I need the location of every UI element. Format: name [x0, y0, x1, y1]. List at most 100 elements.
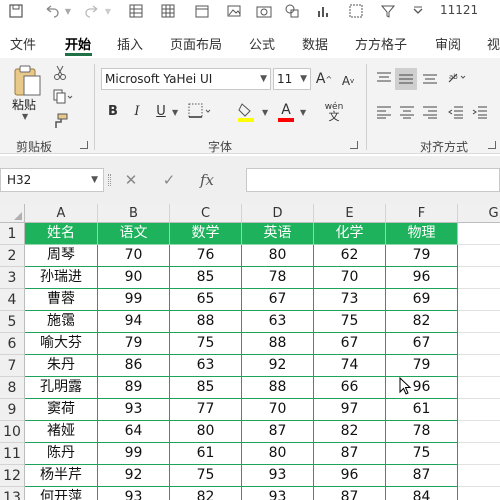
table-cell[interactable]: 61	[386, 399, 458, 421]
row-header[interactable]: 7	[0, 355, 25, 377]
tab-home[interactable]: 开始	[65, 34, 91, 53]
align-right-icon[interactable]	[420, 102, 440, 122]
table-cell[interactable]: 窦荷	[25, 399, 98, 421]
cut-icon[interactable]	[52, 64, 68, 82]
table-cell[interactable]: 84	[386, 487, 458, 500]
empty-cell[interactable]	[458, 311, 500, 333]
table-cell[interactable]: 87	[314, 487, 386, 500]
align-left-icon[interactable]	[374, 102, 394, 122]
alignment-launcher-icon[interactable]	[488, 141, 496, 149]
header-cell[interactable]: 数学	[170, 223, 242, 245]
table-cell[interactable]: 67	[242, 289, 314, 311]
filter-icon[interactable]	[380, 3, 396, 19]
save-icon[interactable]	[8, 3, 24, 19]
table-cell[interactable]: 80	[242, 245, 314, 267]
row-header[interactable]: 11	[0, 443, 25, 465]
table-cell[interactable]: 96	[386, 377, 458, 399]
table-cell[interactable]: 何开萍	[25, 487, 98, 500]
form-icon[interactable]	[128, 3, 144, 19]
row-header[interactable]: 12	[0, 465, 25, 487]
empty-cell[interactable]	[458, 399, 500, 421]
underline-dropdown-icon[interactable]: ▼	[172, 108, 178, 117]
enter-icon[interactable]: ✓	[150, 171, 188, 189]
table-cell[interactable]: 93	[98, 487, 170, 500]
column-header-a[interactable]: A	[25, 204, 98, 223]
table-cell[interactable]: 85	[170, 377, 242, 399]
table-cell[interactable]: 63	[242, 311, 314, 333]
grow-font-button[interactable]: A ^	[316, 70, 332, 88]
row-header[interactable]: 4	[0, 289, 25, 311]
table-cell[interactable]: 75	[386, 443, 458, 465]
table-cell[interactable]: 67	[386, 333, 458, 355]
tab-file[interactable]: 文件	[10, 34, 36, 53]
column-header-g[interactable]: G	[458, 204, 500, 223]
insert-function-icon[interactable]: fx	[188, 171, 226, 189]
header-cell[interactable]: 语文	[98, 223, 170, 245]
table-cell[interactable]: 70	[242, 399, 314, 421]
tab-insert[interactable]: 插入	[117, 34, 143, 53]
table-cell[interactable]: 75	[170, 333, 242, 355]
header-cell[interactable]: 英语	[242, 223, 314, 245]
table-cell[interactable]: 陈丹	[25, 443, 98, 465]
table-cell[interactable]: 65	[170, 289, 242, 311]
table-cell[interactable]: 99	[98, 443, 170, 465]
table-cell[interactable]: 94	[98, 311, 170, 333]
table-cell[interactable]: 70	[314, 267, 386, 289]
align-top-icon[interactable]	[374, 68, 394, 88]
column-header-b[interactable]: B	[98, 204, 170, 223]
table-cell[interactable]: 周琴	[25, 245, 98, 267]
row-header[interactable]: 3	[0, 267, 25, 289]
table-cell[interactable]: 88	[242, 333, 314, 355]
row-header[interactable]: 13	[0, 487, 25, 500]
fill-color-dropdown-icon[interactable]: ▼	[262, 108, 268, 117]
shape-icon[interactable]	[284, 3, 300, 19]
align-center-icon[interactable]	[397, 102, 417, 122]
underline-button[interactable]: U	[154, 102, 168, 120]
row-header[interactable]: 8	[0, 377, 25, 399]
empty-cell[interactable]	[458, 267, 500, 289]
spreadsheet-grid[interactable]: A B C D E F G 1 2 3 4 5 6 7 8 9 10 11 12 13 姓名 语文 数学 英语…	[0, 204, 500, 500]
table-cell[interactable]: 89	[98, 377, 170, 399]
table-cell[interactable]: 75	[314, 311, 386, 333]
column-header-e[interactable]: E	[314, 204, 386, 223]
increase-indent-icon[interactable]	[470, 102, 490, 122]
table-cell[interactable]: 70	[98, 245, 170, 267]
table-cell[interactable]: 87	[386, 465, 458, 487]
row-header[interactable]: 6	[0, 333, 25, 355]
table-icon[interactable]	[160, 3, 176, 19]
empty-cell[interactable]	[458, 289, 500, 311]
header-cell[interactable]: 姓名	[25, 223, 98, 245]
paste-dropdown-icon[interactable]: ▼	[22, 112, 28, 121]
empty-cell[interactable]	[458, 487, 500, 500]
table-cell[interactable]: 93	[242, 465, 314, 487]
header-cell[interactable]: 物理	[386, 223, 458, 245]
table-cell[interactable]: 79	[386, 245, 458, 267]
phonetic-button[interactable]: wén 文	[322, 100, 346, 124]
empty-cell[interactable]	[458, 223, 500, 245]
table-cell[interactable]: 87	[314, 443, 386, 465]
table-cell[interactable]: 曹蓉	[25, 289, 98, 311]
tab-page-layout[interactable]: 页面布局	[170, 34, 222, 53]
empty-cell[interactable]	[458, 465, 500, 487]
border-button[interactable]	[187, 102, 213, 120]
table-cell[interactable]: 朱丹	[25, 355, 98, 377]
table-cell[interactable]: 孔明露	[25, 377, 98, 399]
align-middle-icon[interactable]	[395, 68, 417, 90]
clipboard-launcher-icon[interactable]	[80, 141, 88, 149]
table-cell[interactable]: 64	[98, 421, 170, 443]
empty-cell[interactable]	[458, 333, 500, 355]
table-cell[interactable]: 82	[386, 311, 458, 333]
table-cell[interactable]: 88	[242, 377, 314, 399]
tab-formulas[interactable]: 公式	[249, 34, 275, 53]
empty-cell[interactable]	[458, 245, 500, 267]
table-cell[interactable]: 74	[314, 355, 386, 377]
table-cell[interactable]: 66	[314, 377, 386, 399]
table-cell[interactable]: 79	[98, 333, 170, 355]
header-cell[interactable]: 化学	[314, 223, 386, 245]
row-header[interactable]: 5	[0, 311, 25, 333]
table-cell[interactable]: 施霭	[25, 311, 98, 333]
paste-label[interactable]: 粘贴	[12, 96, 36, 113]
orientation-icon[interactable]: ab	[446, 68, 468, 88]
table-cell[interactable]: 69	[386, 289, 458, 311]
table-cell[interactable]: 76	[170, 245, 242, 267]
